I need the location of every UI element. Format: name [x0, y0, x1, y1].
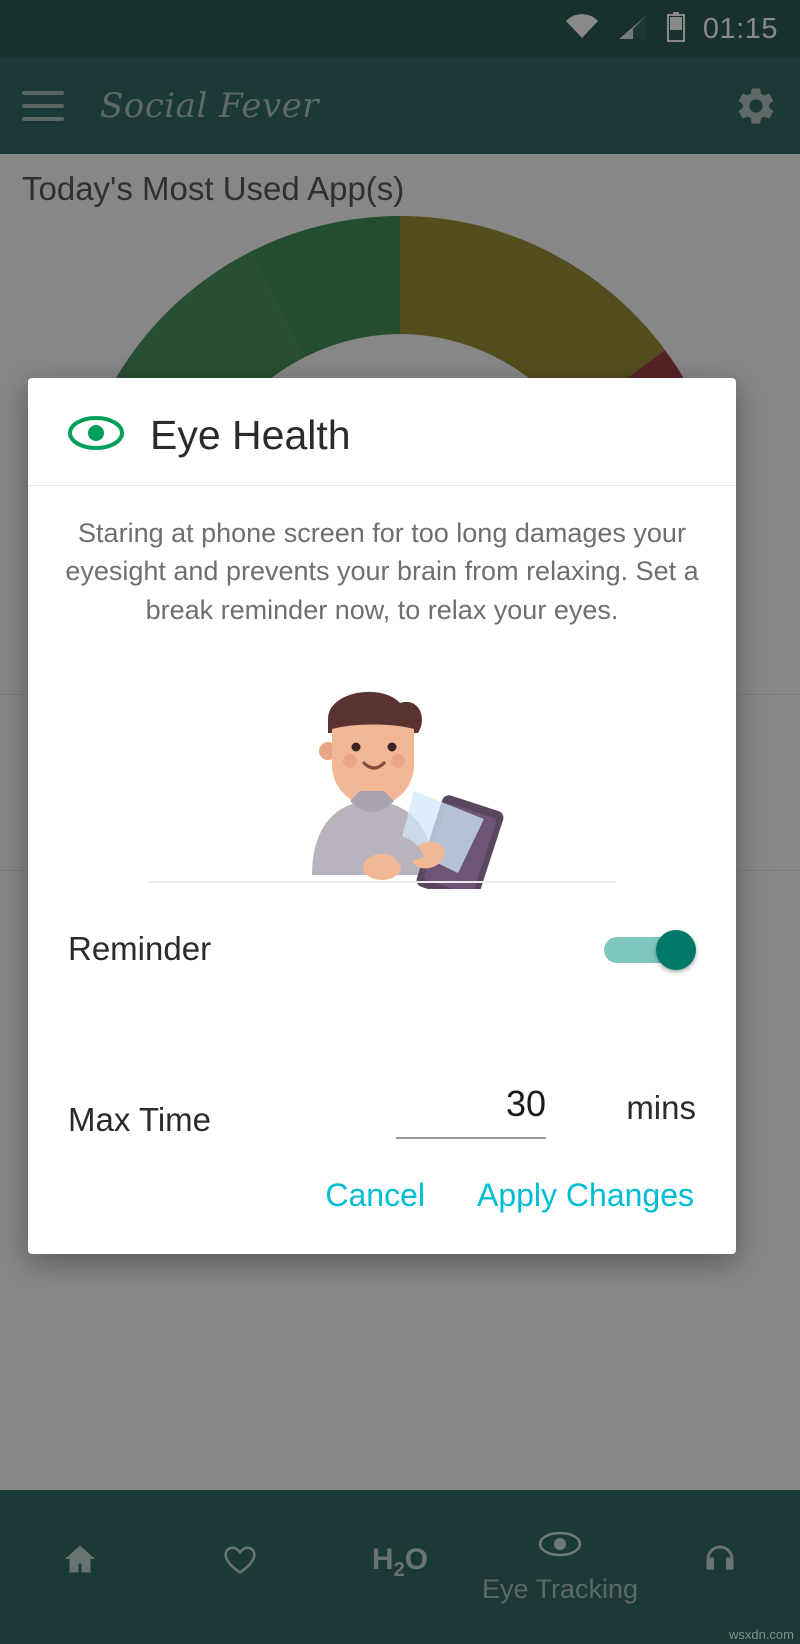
dialog-actions: Cancel Apply Changes	[28, 1157, 736, 1254]
eye-icon	[68, 415, 124, 456]
toggle-knob	[656, 929, 696, 970]
apply-changes-button[interactable]: Apply Changes	[477, 1177, 694, 1214]
dialog-description: Staring at phone screen for too long dam…	[65, 518, 699, 625]
watermark: wsxdn.com	[728, 1627, 794, 1642]
max-time-label: Max Time	[68, 1100, 212, 1138]
dialog-title: Eye Health	[150, 412, 351, 458]
max-time-input[interactable]: 30	[396, 1083, 546, 1139]
eye-health-dialog: Eye Health Staring at phone screen for t…	[28, 378, 736, 1254]
reminder-row: Reminder	[28, 889, 736, 1009]
reminder-label: Reminder	[68, 929, 212, 967]
phone-screen: 01:15 Social Fever Today's Most Used App…	[0, 0, 800, 1644]
reminder-toggle[interactable]	[604, 929, 696, 970]
cancel-button[interactable]: Cancel	[325, 1177, 425, 1214]
dialog-header: Eye Health	[28, 378, 736, 486]
max-time-row: Max Time 30 mins	[28, 1009, 736, 1157]
boy-reading-tablet-illustration	[28, 639, 736, 889]
max-time-unit: mins	[626, 1088, 696, 1126]
